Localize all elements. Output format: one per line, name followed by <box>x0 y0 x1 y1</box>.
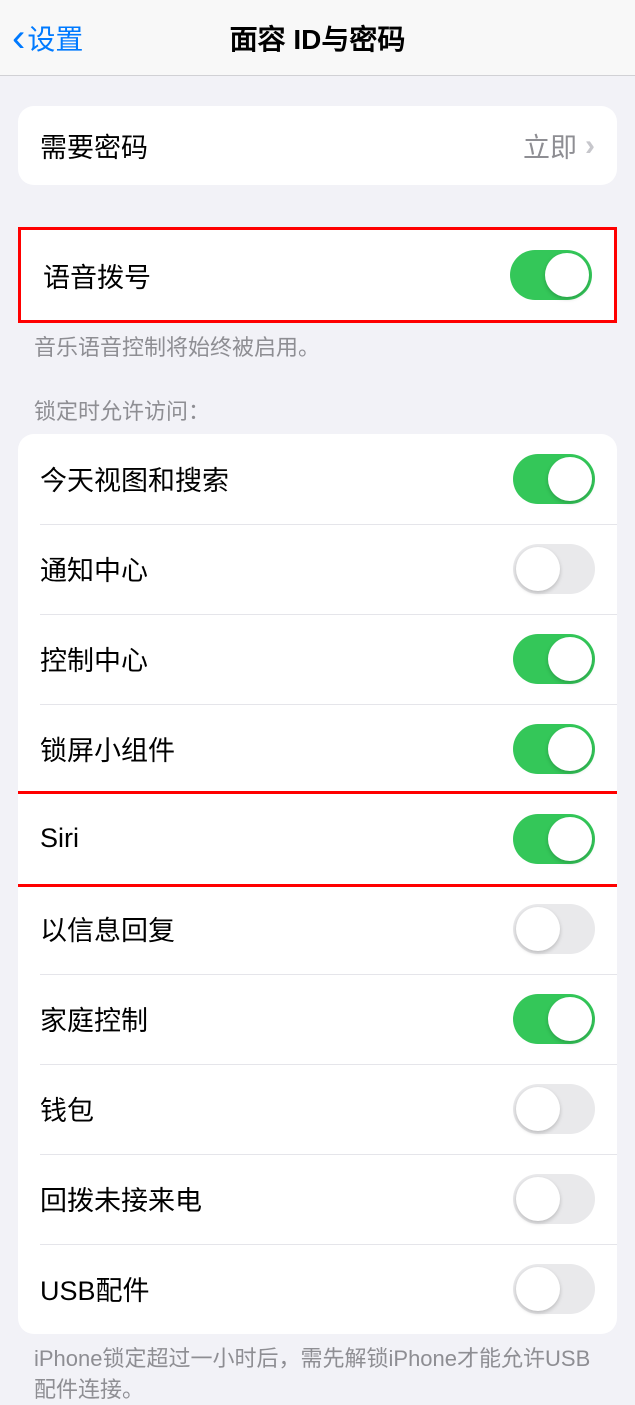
access-row: 锁屏小组件 <box>18 704 617 794</box>
toggle-thumb <box>548 637 592 681</box>
voice-dial-footer: 音乐语音控制将始终被启用。 <box>0 323 635 364</box>
access-toggle[interactable] <box>513 724 595 774</box>
require-passcode-row[interactable]: 需要密码 立即 › <box>18 106 617 185</box>
access-row-label: 钱包 <box>40 1089 94 1128</box>
toggle-thumb <box>545 253 589 297</box>
access-row: USB配件 <box>18 1244 617 1334</box>
access-toggle[interactable] <box>513 904 595 954</box>
back-button[interactable]: ‹ 设置 <box>12 18 83 58</box>
access-toggle[interactable] <box>513 544 595 594</box>
access-row: Siri <box>18 791 617 887</box>
access-row-label: 以信息回复 <box>40 909 175 948</box>
voice-dial-group: 语音拨号 <box>18 227 617 323</box>
access-row-label: 通知中心 <box>40 549 148 588</box>
access-row: 通知中心 <box>18 524 617 614</box>
access-row-label: 回拨未接来电 <box>40 1179 202 1218</box>
toggle-thumb <box>516 1087 560 1131</box>
voice-dial-toggle[interactable] <box>510 250 592 300</box>
access-row-label: 家庭控制 <box>40 999 148 1038</box>
toggle-thumb <box>516 907 560 951</box>
access-toggle[interactable] <box>513 634 595 684</box>
nav-bar: ‹ 设置 面容 ID与密码 <box>0 0 635 76</box>
access-toggle[interactable] <box>513 994 595 1044</box>
toggle-thumb <box>548 457 592 501</box>
passcode-group: 需要密码 立即 › <box>18 106 617 185</box>
access-row: 今天视图和搜索 <box>18 434 617 524</box>
access-toggle[interactable] <box>513 1084 595 1134</box>
chevron-left-icon: ‹ <box>12 18 25 58</box>
access-row-label: Siri <box>40 823 79 854</box>
page-title: 面容 ID与密码 <box>230 18 406 58</box>
toggle-thumb <box>548 997 592 1041</box>
voice-dial-label: 语音拨号 <box>43 256 151 295</box>
access-row-label: 控制中心 <box>40 639 148 678</box>
toggle-thumb <box>516 547 560 591</box>
access-toggle[interactable] <box>513 1174 595 1224</box>
access-row: 以信息回复 <box>18 884 617 974</box>
require-passcode-value: 立即 › <box>523 126 595 165</box>
require-passcode-label: 需要密码 <box>40 126 148 165</box>
back-label: 设置 <box>27 18 83 58</box>
access-row: 回拨未接来电 <box>18 1154 617 1244</box>
toggle-thumb <box>516 1267 560 1311</box>
access-row: 家庭控制 <box>18 974 617 1064</box>
voice-dial-row: 语音拨号 <box>21 230 614 320</box>
access-row-label: 今天视图和搜索 <box>40 459 229 498</box>
toggle-thumb <box>548 727 592 771</box>
toggle-thumb <box>516 1177 560 1221</box>
access-footer: iPhone锁定超过一小时后，需先解锁iPhone才能允许USB 配件连接。 <box>0 1334 635 1405</box>
access-group: 今天视图和搜索通知中心控制中心锁屏小组件 Siri 以信息回复家庭控制钱包回拨未接来… <box>18 434 617 1334</box>
access-header: 锁定时允许访问： <box>0 364 635 434</box>
chevron-right-icon: › <box>585 129 595 163</box>
access-row: 控制中心 <box>18 614 617 704</box>
access-toggle[interactable] <box>513 814 595 864</box>
access-row-label: USB配件 <box>40 1269 150 1308</box>
toggle-thumb <box>548 817 592 861</box>
access-row: 钱包 <box>18 1064 617 1154</box>
access-toggle[interactable] <box>513 454 595 504</box>
access-toggle[interactable] <box>513 1264 595 1314</box>
access-row-label: 锁屏小组件 <box>40 729 175 768</box>
